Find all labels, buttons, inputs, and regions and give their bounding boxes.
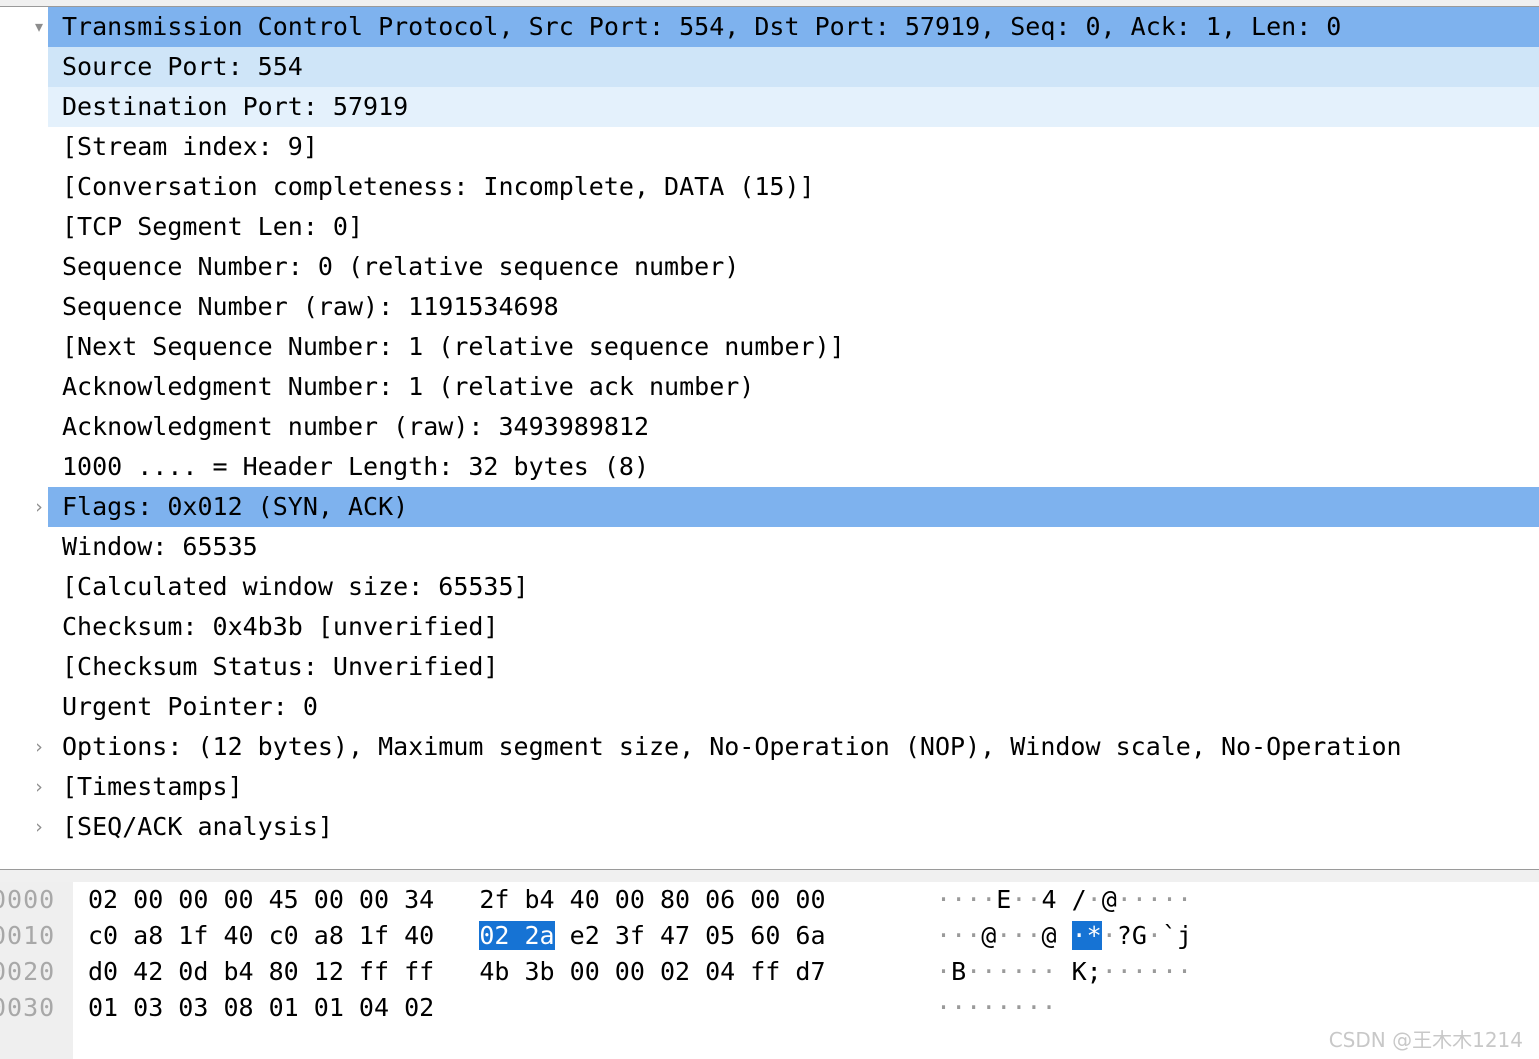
hex-ascii-plain: ········ xyxy=(936,993,1057,1022)
field-calculated-window-size[interactable]: [Calculated window size: 65535] xyxy=(0,567,1539,607)
hex-bytes-cells[interactable]: c0 a8 1f 40 c0 a8 1f 40 02 2a e2 3f 47 0… xyxy=(88,918,826,954)
hex-ascii-selected[interactable]: ·* xyxy=(1071,921,1102,950)
field-flags[interactable]: › Flags: 0x012 (SYN, ACK) xyxy=(0,487,1539,527)
chevron-right-icon[interactable]: › xyxy=(28,807,50,847)
field-options-label: Options: (12 bytes), Maximum segment siz… xyxy=(62,732,1402,761)
field-timestamps[interactable]: › [Timestamps] xyxy=(0,767,1539,807)
field-conversation-completeness[interactable]: [Conversation completeness: Incomplete, … xyxy=(0,167,1539,207)
hex-bytes-plain: d0 42 0d b4 80 12 ff ff 4b 3b 00 00 02 0… xyxy=(88,957,826,986)
field-seq-ack-analysis-label: [SEQ/ACK analysis] xyxy=(62,812,333,841)
field-timestamps-label: [Timestamps] xyxy=(62,772,243,801)
hex-bytes-selected[interactable]: 02 2a xyxy=(479,921,555,950)
field-sequence-number-raw-label: Sequence Number (raw): 1191534698 xyxy=(62,292,559,321)
field-urgent-pointer[interactable]: Urgent Pointer: 0 xyxy=(0,687,1539,727)
field-options[interactable]: › Options: (12 bytes), Maximum segment si… xyxy=(0,727,1539,767)
hex-rows-container: 0000 02 00 00 00 45 00 00 34 2f b4 40 00 … xyxy=(0,882,1539,1026)
row-highlight xyxy=(48,767,1539,807)
hex-bytes-cells[interactable]: d0 42 0d b4 80 12 ff ff 4b 3b 00 00 02 0… xyxy=(88,954,826,990)
hex-bytes-cells[interactable]: 01 03 03 08 01 01 04 02 xyxy=(88,990,434,1026)
field-header-length[interactable]: 1000 .... = Header Length: 32 bytes (8) xyxy=(0,447,1539,487)
field-stream-index-label: [Stream index: 9] xyxy=(62,132,318,161)
field-conversation-completeness-label: [Conversation completeness: Incomplete, … xyxy=(62,172,815,201)
hex-bytes-cells[interactable]: 02 00 00 00 45 00 00 34 2f b4 40 00 80 0… xyxy=(88,882,826,918)
pane-divider-band[interactable] xyxy=(0,870,1539,882)
hex-bytes-plain: 01 03 03 08 01 01 04 02 xyxy=(88,993,435,1022)
hex-row[interactable]: 0030 01 03 03 08 01 01 04 02 ········ xyxy=(0,990,1539,1026)
field-sequence-number[interactable]: Sequence Number: 0 (relative sequence nu… xyxy=(0,247,1539,287)
chevron-right-icon[interactable]: › xyxy=(28,767,50,807)
field-destination-port-label: Destination Port: 57919 xyxy=(62,92,409,121)
hex-ascii-cells[interactable]: ···@···@ ·*·?G·`j xyxy=(936,918,1192,954)
field-tcp-segment-len-label: [TCP Segment Len: 0] xyxy=(62,212,364,241)
packet-bytes-pane[interactable]: 0000 02 00 00 00 45 00 00 34 2f b4 40 00 … xyxy=(0,882,1539,1059)
field-calculated-window-size-label: [Calculated window size: 65535] xyxy=(62,572,529,601)
field-sequence-number-raw[interactable]: Sequence Number (raw): 1191534698 xyxy=(0,287,1539,327)
field-urgent-pointer-label: Urgent Pointer: 0 xyxy=(62,692,318,721)
hex-ascii-plain: ···@···@ xyxy=(936,921,1057,950)
hex-ascii-plain: ·B······ K;······ xyxy=(936,957,1193,986)
field-next-sequence-number-label: [Next Sequence Number: 1 (relative seque… xyxy=(62,332,845,361)
field-acknowledgment-number-raw-label: Acknowledgment number (raw): 3493989812 xyxy=(62,412,649,441)
field-window[interactable]: Window: 65535 xyxy=(0,527,1539,567)
field-window-label: Window: 65535 xyxy=(62,532,258,561)
field-next-sequence-number[interactable]: [Next Sequence Number: 1 (relative seque… xyxy=(0,327,1539,367)
chevron-right-icon[interactable]: › xyxy=(28,727,50,767)
field-source-port-label: Source Port: 554 xyxy=(62,52,303,81)
hex-offset-label: 0030 xyxy=(0,993,56,1022)
field-header-length-label: 1000 .... = Header Length: 32 bytes (8) xyxy=(62,452,649,481)
field-sequence-number-label: Sequence Number: 0 (relative sequence nu… xyxy=(62,252,740,281)
field-checksum-status[interactable]: [Checksum Status: Unverified] xyxy=(0,647,1539,687)
field-checksum[interactable]: Checksum: 0x4b3b [unverified] xyxy=(0,607,1539,647)
field-source-port[interactable]: Source Port: 554 xyxy=(0,47,1539,87)
hex-row[interactable]: 0020 d0 42 0d b4 80 12 ff ff 4b 3b 00 00 … xyxy=(0,954,1539,990)
chevron-right-icon[interactable]: › xyxy=(28,487,50,527)
field-acknowledgment-number-raw[interactable]: Acknowledgment number (raw): 3493989812 xyxy=(0,407,1539,447)
packet-detail-pane[interactable]: ▾ Transmission Control Protocol, Src Port… xyxy=(0,7,1539,869)
hex-ascii-plain: ····E··4 /·@····· xyxy=(936,885,1193,914)
hex-offset-label: 0000 xyxy=(0,885,56,914)
hex-row[interactable]: 0010 c0 a8 1f 40 c0 a8 1f 40 02 2a e2 3f … xyxy=(0,918,1539,954)
watermark-text: CSDN @王木木1214 xyxy=(1328,1028,1523,1052)
tcp-protocol-root[interactable]: ▾ Transmission Control Protocol, Src Port… xyxy=(0,7,1539,47)
tcp-protocol-root-label: Transmission Control Protocol, Src Port:… xyxy=(62,12,1342,41)
field-seq-ack-analysis[interactable]: › [SEQ/ACK analysis] xyxy=(0,807,1539,847)
hex-offset-label: 0020 xyxy=(0,957,56,986)
hex-row[interactable]: 0000 02 00 00 00 45 00 00 34 2f b4 40 00 … xyxy=(0,882,1539,918)
row-highlight xyxy=(48,527,1539,567)
field-tcp-segment-len[interactable]: [TCP Segment Len: 0] xyxy=(0,207,1539,247)
field-acknowledgment-number-label: Acknowledgment Number: 1 (relative ack n… xyxy=(62,372,755,401)
field-destination-port[interactable]: Destination Port: 57919 xyxy=(0,87,1539,127)
field-flags-label: Flags: 0x012 (SYN, ACK) xyxy=(62,492,409,521)
hex-offset-label: 0010 xyxy=(0,921,56,950)
hex-bytes-plain-tail: e2 3f 47 05 60 6a xyxy=(554,921,826,950)
field-checksum-status-label: [Checksum Status: Unverified] xyxy=(62,652,499,681)
field-checksum-label: Checksum: 0x4b3b [unverified] xyxy=(62,612,499,641)
chevron-down-icon[interactable]: ▾ xyxy=(28,7,50,47)
hex-ascii-cells[interactable]: ········ xyxy=(936,990,1057,1026)
hex-ascii-cells[interactable]: ····E··4 /·@····· xyxy=(936,882,1192,918)
wireshark-packet-view: ▾ Transmission Control Protocol, Src Port… xyxy=(0,0,1539,1059)
field-stream-index[interactable]: [Stream index: 9] xyxy=(0,127,1539,167)
hex-ascii-cells[interactable]: ·B······ K;······ xyxy=(936,954,1192,990)
field-acknowledgment-number[interactable]: Acknowledgment Number: 1 (relative ack n… xyxy=(0,367,1539,407)
hex-bytes-plain: c0 a8 1f 40 c0 a8 1f 40 xyxy=(88,921,480,950)
hex-ascii-plain-tail: ·?G·`j xyxy=(1101,921,1193,950)
hex-bytes-plain: 02 00 00 00 45 00 00 34 2f b4 40 00 80 0… xyxy=(88,885,826,914)
